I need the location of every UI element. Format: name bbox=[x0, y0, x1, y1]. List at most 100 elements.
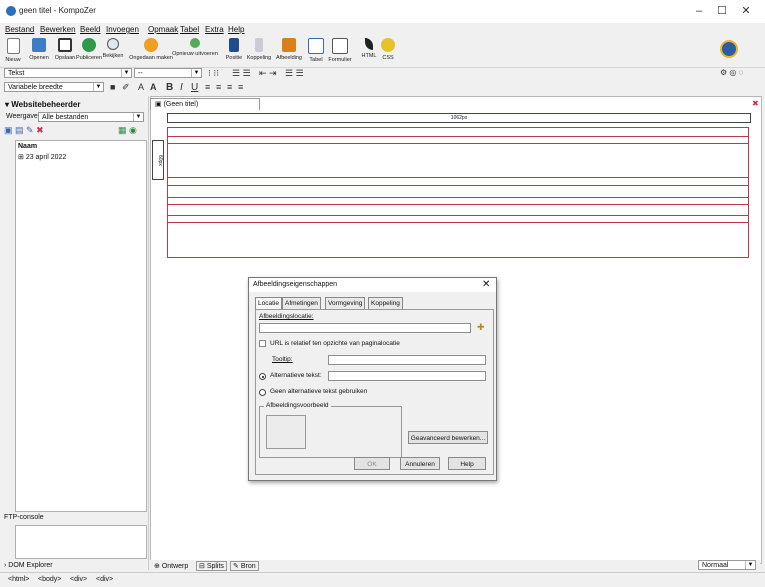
open-button[interactable]: Openen bbox=[26, 38, 52, 61]
menu-bewerken[interactable]: Bewerken bbox=[40, 25, 76, 34]
bullet-list-icon[interactable]: ☰ ☰ bbox=[232, 68, 251, 79]
tag-html[interactable]: <html> bbox=[8, 576, 29, 583]
image-button[interactable]: Afbeelding bbox=[273, 38, 305, 61]
menu-tabel[interactable]: Tabel bbox=[180, 25, 199, 34]
title-bar: geen titel - KompoZer – ☐ ✕ bbox=[0, 0, 765, 24]
site-actions-icons[interactable]: ▣ ▤ ✎ ✖ bbox=[4, 125, 44, 136]
new-button[interactable]: Nieuw bbox=[2, 38, 24, 63]
div-border bbox=[167, 177, 749, 178]
tab-vormgeving[interactable]: Vormgeving bbox=[325, 297, 366, 309]
div-border bbox=[167, 197, 749, 198]
kompozer-logo-icon bbox=[6, 6, 16, 16]
tooltip-input[interactable] bbox=[328, 355, 486, 365]
cancel-button[interactable]: Annuleren bbox=[400, 457, 440, 470]
image-preview bbox=[266, 415, 306, 449]
align-right-icon[interactable]: ≡ bbox=[227, 82, 232, 92]
indent-icon[interactable]: ☰ ☰ bbox=[285, 68, 304, 79]
tab-koppeling[interactable]: Koppeling bbox=[368, 297, 403, 309]
page-content[interactable] bbox=[167, 127, 749, 258]
alt-text-radio[interactable] bbox=[259, 373, 266, 380]
refresh-icon[interactable]: ▦ ◉ bbox=[118, 125, 137, 136]
undo-arrow-icon bbox=[144, 38, 158, 52]
status-bar: <html> <body> <div> <div> bbox=[0, 572, 765, 587]
highlight-icon[interactable]: ✐ bbox=[122, 82, 130, 93]
chevron-down-icon: ▼ bbox=[745, 561, 755, 569]
close-tab-icon[interactable]: ✖ bbox=[752, 99, 759, 108]
tag-body[interactable]: <body> bbox=[38, 576, 61, 583]
menu-help[interactable]: Help bbox=[228, 25, 244, 34]
tab-locatie[interactable]: Locatie bbox=[255, 297, 282, 309]
font-smaller-icon[interactable]: A bbox=[138, 82, 144, 92]
url-relative-checkbox[interactable] bbox=[259, 340, 266, 347]
no-alt-text-radio[interactable] bbox=[259, 389, 266, 396]
tree-item[interactable]: ⊞ 23 april 2022 bbox=[18, 153, 66, 161]
form-icon bbox=[332, 38, 348, 54]
publish-button[interactable]: Publiceren bbox=[76, 38, 102, 61]
font-larger-icon[interactable]: A bbox=[150, 82, 157, 92]
bold-icon[interactable]: B bbox=[166, 82, 173, 93]
close-window-button[interactable]: ✕ bbox=[735, 4, 757, 18]
source-tab[interactable]: ✎ Bron bbox=[230, 561, 259, 571]
table-button[interactable]: Tabel bbox=[305, 38, 327, 63]
advanced-edit-button[interactable]: Geavanceerd bewerken... bbox=[408, 431, 488, 444]
menu-beeld[interactable]: Beeld bbox=[80, 25, 100, 34]
help-button[interactable]: Help bbox=[448, 457, 486, 470]
undo-button[interactable]: Ongedaan maken bbox=[128, 38, 174, 61]
vertical-ruler: 60px bbox=[152, 140, 164, 180]
align-left-icon[interactable]: ≡ bbox=[205, 82, 210, 92]
redo-button[interactable]: Opnieuw uitvoeren bbox=[171, 38, 219, 57]
text-format-toolbar: Variabele breedte ▼ ■ ✐ A A B I U ≡ ≡ ≡ ≡ bbox=[0, 81, 765, 95]
form-button[interactable]: Formulier bbox=[325, 38, 355, 63]
menu-extra[interactable]: Extra bbox=[205, 25, 224, 34]
view-select[interactable]: Alle bestanden ▼ bbox=[38, 112, 144, 122]
html-validate-icon bbox=[365, 38, 373, 50]
split-tab[interactable]: ⊟ Splits bbox=[196, 561, 227, 571]
image-icon bbox=[282, 38, 296, 52]
outdent-icon[interactable]: ⇤ ⇥ bbox=[259, 68, 277, 79]
chevron-down-icon: ▼ bbox=[191, 69, 201, 77]
extra-tools-icon[interactable]: ⚙ ◎ ◌ bbox=[720, 68, 743, 77]
font-select[interactable]: -- ▼ bbox=[134, 68, 202, 78]
url-relative-label: URL is relatief ten opzichte van paginal… bbox=[270, 340, 400, 347]
name-column-header: Naam bbox=[18, 143, 38, 150]
dialog-title: Afbeeldingseigenschappen bbox=[249, 278, 496, 292]
tag-div[interactable]: <div> bbox=[70, 576, 87, 583]
tab-afmetingen[interactable]: Afmetingen bbox=[282, 297, 321, 309]
link-button[interactable]: Koppeling bbox=[244, 38, 274, 61]
main-toolbar: Nieuw Openen Opslaan Publiceren Bekijken… bbox=[0, 37, 765, 68]
div-border bbox=[167, 127, 749, 128]
design-tab[interactable]: ⊕ Ontwerp bbox=[154, 562, 188, 570]
preview-button[interactable]: Bekijken bbox=[102, 38, 124, 59]
chain-link-icon bbox=[255, 38, 263, 52]
css-button[interactable]: CSS bbox=[377, 38, 399, 61]
menu-invoegen[interactable]: Invoegen bbox=[106, 25, 139, 34]
anchor-button[interactable]: Positie bbox=[223, 38, 245, 61]
align-justify-icon[interactable]: ≡ bbox=[238, 82, 243, 92]
site-tree: Naam ⊞ 23 april 2022 bbox=[15, 140, 147, 512]
mode-select[interactable]: Normaal ▼ bbox=[698, 560, 756, 570]
numbered-list-icon[interactable]: ⁝ ⁝⁝ bbox=[208, 68, 219, 79]
align-center-icon[interactable]: ≡ bbox=[216, 82, 221, 92]
div-border bbox=[167, 215, 749, 216]
browse-folder-icon[interactable]: ✚ bbox=[477, 322, 485, 333]
underline-icon[interactable]: U bbox=[191, 82, 198, 93]
menu-bestand[interactable]: Bestand bbox=[5, 25, 34, 34]
tag-div[interactable]: <div> bbox=[96, 576, 113, 583]
save-button[interactable]: Opslaan bbox=[53, 38, 77, 61]
width-mode-select[interactable]: Variabele breedte ▼ bbox=[4, 82, 104, 92]
view-mode-tabs: ⊕ Ontwerp ⊟ Splits ✎ Bron Normaal ▼ bbox=[150, 560, 760, 572]
minimize-button[interactable]: – bbox=[688, 4, 710, 18]
close-icon[interactable]: ✕ bbox=[482, 279, 490, 290]
document-tab[interactable]: ▣ (Geen titel) bbox=[150, 98, 260, 110]
paragraph-style-select[interactable]: Tekst ▼ bbox=[4, 68, 132, 78]
maximize-button[interactable]: ☐ bbox=[711, 4, 733, 18]
alt-text-input[interactable] bbox=[328, 371, 486, 381]
image-location-input[interactable] bbox=[259, 323, 471, 333]
div-border bbox=[167, 127, 168, 257]
dom-explorer-toggle[interactable]: › DOM Explorer bbox=[4, 562, 53, 569]
location-panel: Afbeeldingslocatie: ✚ URL is relatief te… bbox=[255, 309, 494, 475]
italic-icon[interactable]: I bbox=[180, 82, 183, 93]
ok-button[interactable]: OK bbox=[354, 457, 390, 470]
text-color-icon[interactable]: ■ bbox=[110, 82, 115, 92]
menu-opmaak[interactable]: Opmaak bbox=[148, 25, 178, 34]
